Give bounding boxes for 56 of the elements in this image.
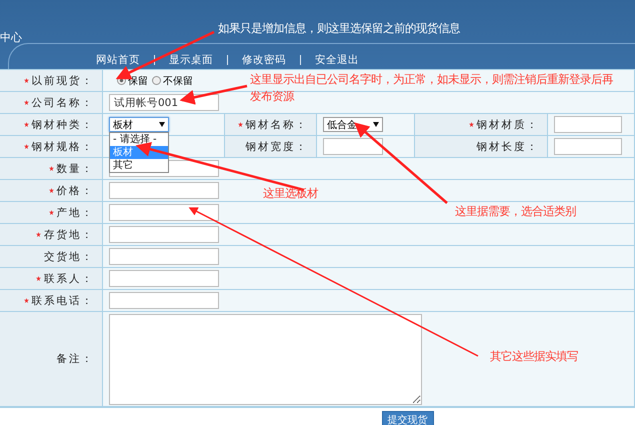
label-text: 钢材名称： [246,118,308,132]
annotation-text: 其它这些据实填写 [490,349,578,365]
input-field[interactable] [323,138,383,155]
arrow [180,84,248,105]
input-field[interactable] [109,248,219,265]
nav-link[interactable]: 网站首页 [96,53,140,67]
required-icon [36,276,41,281]
dropdown[interactable]: 板材 [109,117,169,132]
label-text: 数量： [56,162,94,176]
nav-link[interactable]: 安全退出 [315,53,359,67]
label-text: 备注： [56,352,94,366]
label-text: 钢材种类： [32,118,94,132]
caret-icon [373,122,379,127]
required-icon [24,78,28,83]
input-field[interactable] [109,204,219,221]
label-text: 产地： [56,206,94,220]
label-text: 存货地： [44,228,94,242]
nav-link[interactable]: 显示桌面 [169,53,213,67]
label-text: 公司名称： [32,96,94,110]
input-field[interactable] [109,270,219,287]
required-icon [24,298,28,303]
label-text: 钢材长度： [476,140,539,154]
annotation-text: 这里显示出自已公司名字时，为正常，如未显示，则需注销后重新登录后再 发布资源 [250,72,613,105]
required-icon [48,210,54,215]
caret-icon [159,122,165,127]
submit-button[interactable]: 提交现货 [382,411,434,425]
textarea-field[interactable] [109,314,422,404]
required-icon [24,144,28,149]
required-icon [238,122,242,127]
label-text: 钢材材质： [476,118,539,132]
label-text: 钢材规格： [32,140,94,154]
nav-link[interactable]: 修改密码 [242,53,286,67]
annotation-text: 如果只是增加信息，则这里选保留之前的现货信息 [218,21,460,37]
input-field[interactable] [109,226,219,243]
required-icon [48,166,54,171]
annotation-text: 这里据需要，选合适类别 [455,204,576,220]
required-icon [468,122,474,127]
input-field[interactable]: 试用帐号001 [109,94,219,111]
radio-option[interactable]: 不保留 [152,74,193,88]
input-field[interactable] [554,138,622,155]
required-icon [36,232,41,237]
label-text: 价格： [56,184,94,198]
required-icon [24,122,28,127]
required-icon [48,188,54,193]
label-text: 以前现货： [32,74,94,88]
label-text: 联系人： [44,272,94,286]
label-text: 钢材宽度： [246,140,308,154]
header-title: 中心 [0,30,22,45]
input-field[interactable] [109,182,219,199]
input-field[interactable] [554,116,622,133]
required-icon [24,100,28,105]
radio-icon[interactable] [152,76,161,85]
annotation-text: 这里选板材 [263,186,318,202]
input-field[interactable] [109,292,219,309]
label-text: 交货地： [44,250,94,264]
label-text: 联系电话： [32,294,94,308]
